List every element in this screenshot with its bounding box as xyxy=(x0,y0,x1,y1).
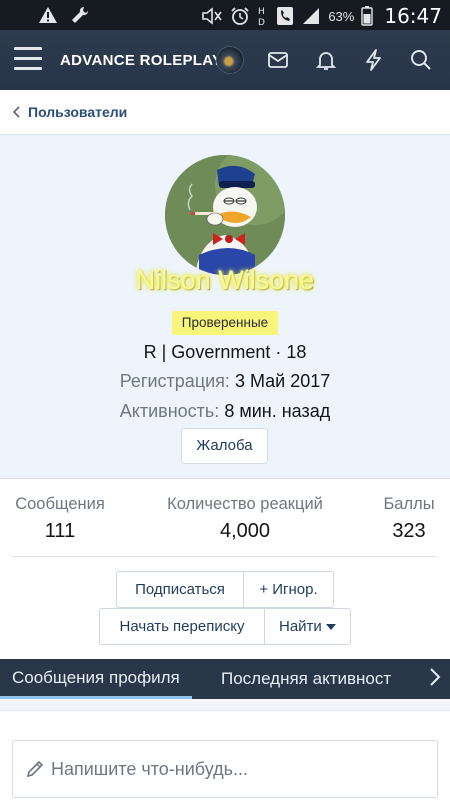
stat-messages[interactable]: Сообщения 111 xyxy=(12,495,108,543)
caret-down-icon xyxy=(325,618,336,635)
activity-row: Активность: 8 мин. назад xyxy=(0,401,450,422)
stat-reactions[interactable]: Количество реакций 4,000 xyxy=(155,495,335,543)
username[interactable]: Nilson Wilsone xyxy=(0,265,450,296)
activity-time: 8 мин. назад xyxy=(224,401,331,421)
alarm-icon xyxy=(230,6,250,26)
start-conversation-button[interactable]: Начать переписку xyxy=(99,608,265,645)
follow-button[interactable]: Подписаться xyxy=(116,571,244,608)
tab-profile-posts[interactable]: Сообщения профиля xyxy=(0,659,192,699)
chevron-right-icon xyxy=(429,667,441,692)
compose-placeholder: Напишите что-нибудь... xyxy=(51,759,248,779)
svg-text:D: D xyxy=(258,18,265,27)
activity-label: Активность: xyxy=(119,401,220,421)
clock: 16:47 xyxy=(384,4,442,28)
wrench-icon xyxy=(70,5,90,25)
app-header: ADVANCE ROLEPLAY xyxy=(0,30,450,90)
ignore-button[interactable]: + Игнор. xyxy=(243,571,334,608)
stat-points[interactable]: Баллы 323 xyxy=(378,495,440,543)
avatar[interactable] xyxy=(216,46,244,74)
brand-text: ADVANCE ROLEPLAY xyxy=(60,52,223,69)
stat-value: 4,000 xyxy=(219,520,271,542)
registration-date: 3 Май 2017 xyxy=(234,371,331,391)
menu-icon[interactable] xyxy=(14,47,42,73)
breadcrumb-users-link[interactable]: Пользователи xyxy=(28,104,127,120)
site-logo[interactable]: ADVANCE ROLEPLAY xyxy=(60,52,222,69)
status-update-input[interactable]: Напишите что-нибудь... xyxy=(12,740,438,798)
registration-label: Регистрация: xyxy=(119,371,230,391)
phone-icon xyxy=(276,6,294,26)
mute-icon xyxy=(201,7,223,25)
profile-header: Nilson Wilsone Проверенные R | Governmen… xyxy=(0,135,450,479)
profile-avatar[interactable] xyxy=(165,155,285,275)
report-button[interactable]: Жалоба xyxy=(181,428,268,464)
search-icon[interactable] xyxy=(409,48,433,72)
bell-icon[interactable] xyxy=(314,48,338,72)
battery-percent: 63% xyxy=(328,8,355,24)
tabs-scroll-right-button[interactable] xyxy=(420,659,450,699)
battery-icon xyxy=(361,6,374,26)
breadcrumb[interactable]: Пользователи xyxy=(0,90,450,135)
divider xyxy=(12,556,438,557)
signal-icon xyxy=(301,7,321,25)
status-bar: HD 63% 16:47 xyxy=(0,0,450,30)
chevron-left-icon xyxy=(12,105,22,124)
user-group-badge: Проверенные xyxy=(172,311,278,335)
lightning-icon[interactable] xyxy=(362,48,386,72)
user-title: R | Government · 18 xyxy=(143,342,307,362)
stat-value: 111 xyxy=(44,520,76,542)
profile-stats: Сообщения 111 Количество реакций 4,000 Б… xyxy=(0,479,450,559)
stat-label: Количество реакций xyxy=(167,495,323,513)
profile-tabs: Сообщения профиля Последняя активност xyxy=(0,659,450,699)
registration-row: Регистрация: 3 Май 2017 xyxy=(0,371,450,392)
tab-latest-activity[interactable]: Последняя активност xyxy=(221,659,391,699)
divider xyxy=(0,699,450,711)
warning-icon xyxy=(38,6,58,24)
svg-text:H: H xyxy=(258,7,265,17)
pencil-icon xyxy=(25,759,45,784)
hd-icon: HD xyxy=(257,5,269,27)
find-label: Найти xyxy=(279,618,322,635)
envelope-icon[interactable] xyxy=(266,48,290,72)
stat-label: Сообщения xyxy=(15,495,105,513)
stat-value: 323 xyxy=(392,520,426,542)
stat-label: Баллы xyxy=(383,495,435,513)
find-dropdown-button[interactable]: Найти xyxy=(264,608,351,645)
